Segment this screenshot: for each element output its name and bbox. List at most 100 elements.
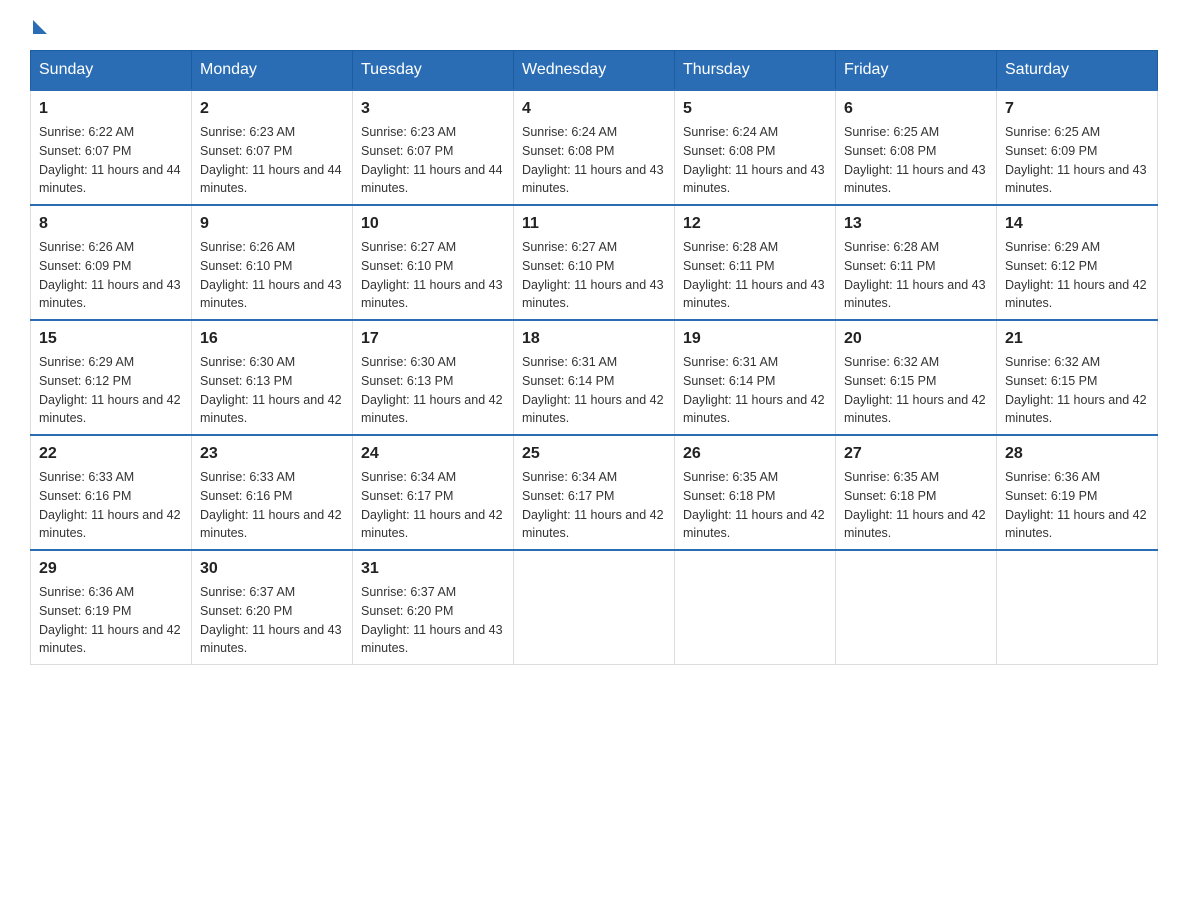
sunrise-text: Sunrise: 6:30 AM: [361, 353, 505, 372]
sunrise-text: Sunrise: 6:26 AM: [39, 238, 183, 257]
calendar-cell: [514, 550, 675, 665]
daylight-text: Daylight: 11 hours and 43 minutes.: [39, 276, 183, 314]
day-number: 18: [522, 327, 666, 351]
day-number: 7: [1005, 97, 1149, 121]
sunset-text: Sunset: 6:08 PM: [683, 142, 827, 161]
day-number: 27: [844, 442, 988, 466]
daylight-text: Daylight: 11 hours and 42 minutes.: [1005, 276, 1149, 314]
day-number: 23: [200, 442, 344, 466]
daylight-text: Daylight: 11 hours and 43 minutes.: [683, 161, 827, 199]
sunset-text: Sunset: 6:13 PM: [200, 372, 344, 391]
calendar-cell: [675, 550, 836, 665]
sunrise-text: Sunrise: 6:25 AM: [844, 123, 988, 142]
sunrise-text: Sunrise: 6:35 AM: [844, 468, 988, 487]
daylight-text: Daylight: 11 hours and 42 minutes.: [844, 506, 988, 544]
daylight-text: Daylight: 11 hours and 43 minutes.: [844, 276, 988, 314]
sunrise-text: Sunrise: 6:29 AM: [39, 353, 183, 372]
calendar-cell: 20Sunrise: 6:32 AMSunset: 6:15 PMDayligh…: [836, 320, 997, 435]
sunrise-text: Sunrise: 6:37 AM: [200, 583, 344, 602]
calendar-header-sunday: Sunday: [31, 51, 192, 91]
calendar-cell: 18Sunrise: 6:31 AMSunset: 6:14 PMDayligh…: [514, 320, 675, 435]
daylight-text: Daylight: 11 hours and 42 minutes.: [200, 391, 344, 429]
calendar-cell: 8Sunrise: 6:26 AMSunset: 6:09 PMDaylight…: [31, 205, 192, 320]
sunrise-text: Sunrise: 6:36 AM: [1005, 468, 1149, 487]
sunrise-text: Sunrise: 6:37 AM: [361, 583, 505, 602]
sunrise-text: Sunrise: 6:27 AM: [361, 238, 505, 257]
sunset-text: Sunset: 6:07 PM: [200, 142, 344, 161]
day-number: 21: [1005, 327, 1149, 351]
day-number: 16: [200, 327, 344, 351]
day-number: 14: [1005, 212, 1149, 236]
sunrise-text: Sunrise: 6:33 AM: [200, 468, 344, 487]
sunset-text: Sunset: 6:11 PM: [683, 257, 827, 276]
sunrise-text: Sunrise: 6:30 AM: [200, 353, 344, 372]
sunset-text: Sunset: 6:10 PM: [200, 257, 344, 276]
sunset-text: Sunset: 6:14 PM: [683, 372, 827, 391]
day-number: 10: [361, 212, 505, 236]
sunrise-text: Sunrise: 6:36 AM: [39, 583, 183, 602]
calendar-cell: 7 Sunrise: 6:25 AMSunset: 6:09 PMDaylight…: [997, 90, 1158, 205]
daylight-text: Daylight: 11 hours and 43 minutes.: [683, 276, 827, 314]
sunrise-text: Sunrise: 6:23 AM: [361, 123, 505, 142]
calendar-header-wednesday: Wednesday: [514, 51, 675, 91]
sunset-text: Sunset: 6:15 PM: [844, 372, 988, 391]
day-number: 11: [522, 212, 666, 236]
calendar-header-monday: Monday: [192, 51, 353, 91]
sunrise-text: Sunrise: 6:35 AM: [683, 468, 827, 487]
calendar-cell: 15Sunrise: 6:29 AMSunset: 6:12 PMDayligh…: [31, 320, 192, 435]
calendar-cell: 25Sunrise: 6:34 AMSunset: 6:17 PMDayligh…: [514, 435, 675, 550]
logo-text: [30, 20, 47, 34]
sunrise-text: Sunrise: 6:34 AM: [361, 468, 505, 487]
logo-arrow-icon: [33, 20, 47, 34]
daylight-text: Daylight: 11 hours and 42 minutes.: [361, 391, 505, 429]
day-number: 22: [39, 442, 183, 466]
sunset-text: Sunset: 6:16 PM: [200, 487, 344, 506]
daylight-text: Daylight: 11 hours and 42 minutes.: [683, 391, 827, 429]
sunset-text: Sunset: 6:16 PM: [39, 487, 183, 506]
day-number: 2: [200, 97, 344, 121]
daylight-text: Daylight: 11 hours and 44 minutes.: [361, 161, 505, 199]
sunset-text: Sunset: 6:10 PM: [361, 257, 505, 276]
calendar-cell: 17Sunrise: 6:30 AMSunset: 6:13 PMDayligh…: [353, 320, 514, 435]
sunset-text: Sunset: 6:19 PM: [1005, 487, 1149, 506]
calendar-cell: 23Sunrise: 6:33 AMSunset: 6:16 PMDayligh…: [192, 435, 353, 550]
sunset-text: Sunset: 6:08 PM: [844, 142, 988, 161]
sunset-text: Sunset: 6:20 PM: [200, 602, 344, 621]
day-number: 19: [683, 327, 827, 351]
sunrise-text: Sunrise: 6:31 AM: [522, 353, 666, 372]
sunset-text: Sunset: 6:12 PM: [39, 372, 183, 391]
daylight-text: Daylight: 11 hours and 44 minutes.: [39, 161, 183, 199]
daylight-text: Daylight: 11 hours and 42 minutes.: [1005, 391, 1149, 429]
day-number: 25: [522, 442, 666, 466]
calendar-cell: 4Sunrise: 6:24 AMSunset: 6:08 PMDaylight…: [514, 90, 675, 205]
sunrise-text: Sunrise: 6:26 AM: [200, 238, 344, 257]
sunset-text: Sunset: 6:18 PM: [683, 487, 827, 506]
sunset-text: Sunset: 6:09 PM: [1005, 142, 1149, 161]
sunset-text: Sunset: 6:20 PM: [361, 602, 505, 621]
sunset-text: Sunset: 6:18 PM: [844, 487, 988, 506]
sunrise-text: Sunrise: 6:32 AM: [844, 353, 988, 372]
page-header: [30, 20, 1158, 30]
day-number: 1: [39, 97, 183, 121]
calendar-cell: 11Sunrise: 6:27 AMSunset: 6:10 PMDayligh…: [514, 205, 675, 320]
daylight-text: Daylight: 11 hours and 43 minutes.: [1005, 161, 1149, 199]
calendar-cell: 3Sunrise: 6:23 AMSunset: 6:07 PMDaylight…: [353, 90, 514, 205]
sunset-text: Sunset: 6:19 PM: [39, 602, 183, 621]
calendar-cell: 13Sunrise: 6:28 AMSunset: 6:11 PMDayligh…: [836, 205, 997, 320]
calendar-cell: 28Sunrise: 6:36 AMSunset: 6:19 PMDayligh…: [997, 435, 1158, 550]
calendar-cell: 19Sunrise: 6:31 AMSunset: 6:14 PMDayligh…: [675, 320, 836, 435]
day-number: 20: [844, 327, 988, 351]
daylight-text: Daylight: 11 hours and 42 minutes.: [522, 506, 666, 544]
calendar-cell: [997, 550, 1158, 665]
calendar-cell: 22Sunrise: 6:33 AMSunset: 6:16 PMDayligh…: [31, 435, 192, 550]
sunset-text: Sunset: 6:17 PM: [361, 487, 505, 506]
sunset-text: Sunset: 6:10 PM: [522, 257, 666, 276]
day-number: 29: [39, 557, 183, 581]
sunrise-text: Sunrise: 6:25 AM: [1005, 123, 1149, 142]
calendar-cell: 27 Sunrise: 6:35 AMSunset: 6:18 PMDayligh…: [836, 435, 997, 550]
daylight-text: Daylight: 11 hours and 43 minutes.: [844, 161, 988, 199]
day-number: 3: [361, 97, 505, 121]
sunrise-text: Sunrise: 6:23 AM: [200, 123, 344, 142]
day-number: 12: [683, 212, 827, 236]
sunset-text: Sunset: 6:14 PM: [522, 372, 666, 391]
